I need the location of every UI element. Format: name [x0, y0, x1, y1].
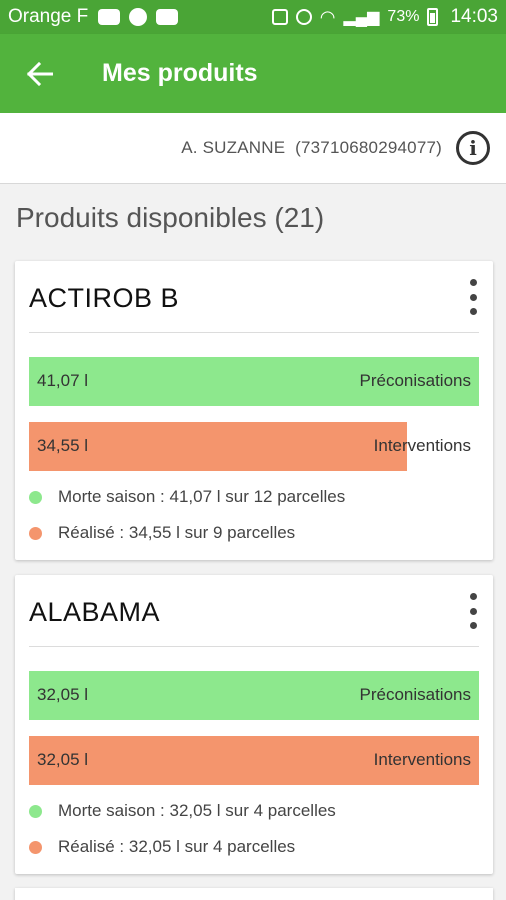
interventions-value: 32,05 l: [37, 750, 89, 769]
mute-icon: [295, 9, 312, 25]
section-title: Produits disponibles (21): [16, 202, 325, 233]
preconisations-label: Préconisations: [359, 371, 471, 390]
preconisations-bar: 41,07 l Préconisations: [29, 357, 479, 406]
product-name: ACTIROB B: [29, 283, 180, 313]
product-card: ACTIROB B 41,07 l Préconisations 34,55 l…: [15, 261, 493, 560]
interventions-label: Interventions: [373, 436, 471, 455]
product-card: ALABAMA 32,05 l Préconisations 32,05 l I…: [15, 575, 493, 874]
legend: Morte saison : 41,07 l sur 12 parcelles …: [29, 479, 479, 551]
legend-item-realise: Réalisé : 34,55 l sur 9 parcelles: [29, 515, 479, 551]
green-dot-icon: [29, 804, 42, 818]
hangouts-icon: [129, 8, 148, 26]
battery-icon: [427, 8, 439, 26]
interventions-bar: 34,55 l Interventions: [29, 422, 479, 471]
interventions-bar: 32,05 l Interventions: [29, 736, 479, 785]
product-card-partial: [15, 888, 493, 900]
nfc-icon: [271, 9, 288, 25]
back-button[interactable]: [0, 34, 80, 113]
preconisations-label: Préconisations: [359, 685, 471, 704]
youtube-icon: [156, 9, 179, 25]
interventions-label: Interventions: [373, 750, 471, 769]
legend: Morte saison : 32,05 l sur 4 parcelles R…: [29, 793, 479, 865]
info-icon[interactable]: i: [456, 131, 490, 165]
legend-text: Morte saison : 32,05 l sur 4 parcelles: [58, 801, 336, 820]
orange-dot-icon: [29, 840, 42, 854]
wifi-icon: ◠: [319, 6, 336, 27]
user-identity: A. SUZANNE (73710680294077): [181, 138, 442, 157]
product-name: ALABAMA: [29, 597, 161, 627]
messages-icon: [98, 9, 121, 25]
app-bar: Mes produits: [0, 34, 506, 113]
status-bar: Orange F ◠ ▂▄▆ 73% 14:03: [0, 0, 506, 34]
legend-item-morte-saison: Morte saison : 41,07 l sur 12 parcelles: [29, 479, 479, 515]
legend-text: Morte saison : 41,07 l sur 12 parcelles: [58, 487, 346, 506]
legend-text: Réalisé : 32,05 l sur 4 parcelles: [58, 837, 296, 856]
more-vert-icon[interactable]: [467, 593, 479, 629]
legend-item-realise: Réalisé : 32,05 l sur 4 parcelles: [29, 829, 479, 865]
card-header: ALABAMA: [29, 575, 479, 647]
orange-dot-icon: [29, 526, 42, 540]
arrow-back-icon: [27, 61, 53, 86]
green-dot-icon: [29, 490, 42, 504]
preconisations-value: 41,07 l: [37, 371, 89, 390]
clock: 14:03: [450, 6, 498, 27]
carrier-label: Orange F: [8, 6, 89, 27]
preconisations-bar: 32,05 l Préconisations: [29, 671, 479, 720]
more-vert-icon[interactable]: [467, 279, 479, 315]
interventions-value: 34,55 l: [37, 436, 89, 455]
signal-icon: ▂▄▆: [343, 9, 380, 26]
legend-item-morte-saison: Morte saison : 32,05 l sur 4 parcelles: [29, 793, 479, 829]
user-row: A. SUZANNE (73710680294077) i: [0, 113, 506, 184]
preconisations-value: 32,05 l: [37, 685, 89, 704]
battery-percent: 73%: [387, 8, 420, 25]
page-title: Mes produits: [102, 59, 258, 87]
card-header: ACTIROB B: [29, 261, 479, 333]
legend-text: Réalisé : 34,55 l sur 9 parcelles: [58, 523, 296, 542]
